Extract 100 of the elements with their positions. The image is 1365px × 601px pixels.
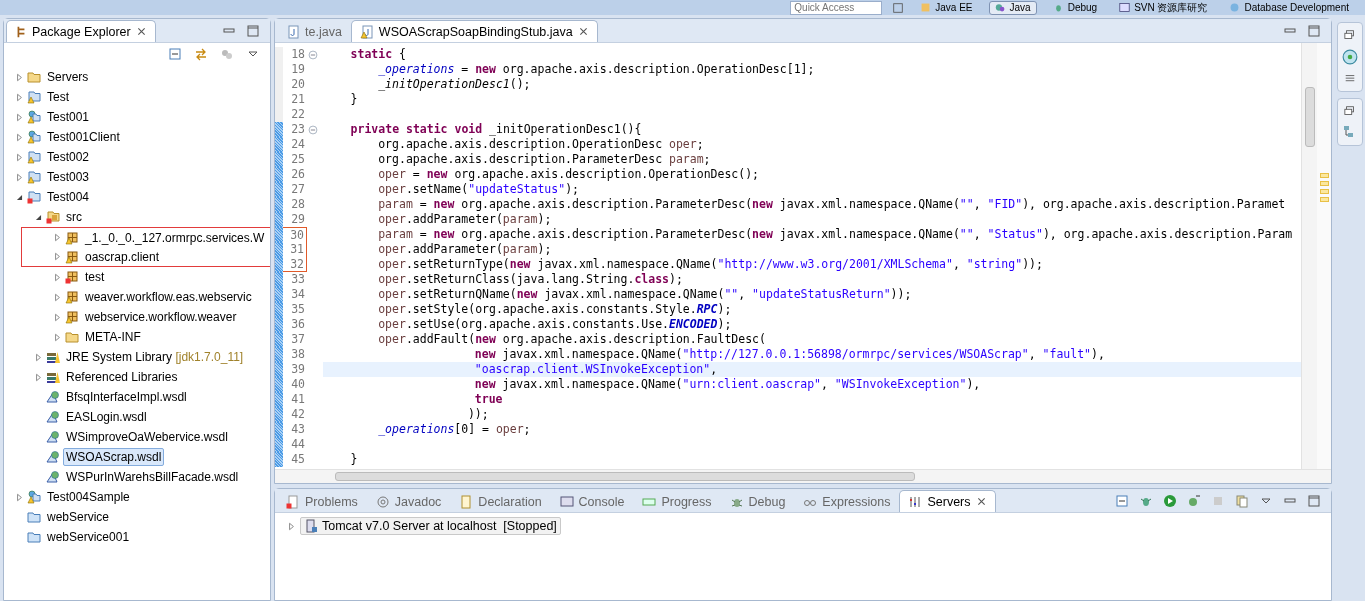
tree-item[interactable]: _1._0._0._127.ormrpc.services.W [82,228,268,247]
code-line: static { [350,47,406,62]
close-icon[interactable] [975,496,987,507]
code-line: oper = new org.apache.axis.description.OperationDesc(); [378,167,759,182]
tree-item[interactable]: META-INF [82,328,144,346]
collapsed-arrow-icon[interactable] [14,492,24,502]
collapse-all-icon[interactable] [1115,494,1129,508]
tree-item[interactable]: WSOAScrap.wsdl [63,448,165,466]
code-line: new javax.xml.namespace.QName("http://127.0.0.1:56898/ormrpc/services/WSOAScrap", "fault"), [474,347,1105,362]
tree-item[interactable]: src [63,208,85,226]
perspective-icon [920,2,932,13]
line-number: 40 [290,377,306,392]
code-line: "oascrap.client.WSInvokeException", [474,362,718,377]
tree-item[interactable]: Test004Sample [44,488,133,506]
quick-access-field[interactable]: Quick Access [790,0,883,15]
tree-item[interactable]: Test001 [44,108,93,126]
tree-item[interactable]: test [82,268,108,286]
view-tab[interactable]: Expressions [794,490,900,512]
tree-item[interactable]: Test002 [44,148,93,166]
tree-item[interactable]: JRE System Library [jdk1.7.0_11] [63,348,247,366]
maximize-icon[interactable] [1307,24,1321,38]
editor-tab[interactable]: WSOAScrapSoapBindingStub.java [350,20,598,42]
view-tab[interactable]: Servers [899,490,996,512]
code-line: } [350,92,358,107]
tree-item[interactable]: Test001Client [44,128,123,146]
tree-item[interactable]: BfsqInterfaceImpl.wsdl [63,388,190,406]
tree-item[interactable]: Test003 [44,168,93,186]
code-line: org.apache.axis.description.ParameterDesc param; [378,152,711,167]
line-number: 28 [290,197,306,212]
line-number: 27 [290,182,306,197]
tree-item[interactable]: webService [44,508,113,526]
close-icon[interactable] [577,26,589,37]
line-number: 38 [290,347,306,362]
restore-icon[interactable] [1344,105,1356,117]
wsdl-file-icon [46,450,60,464]
tree-item[interactable]: EASLogin.wsdl [63,408,150,426]
line-number: 45 [290,452,306,467]
tree-item[interactable]: Test [44,88,72,106]
collapse-icon[interactable] [308,49,318,60]
collapse-icon[interactable] [308,124,318,135]
folder-icon [27,530,41,544]
tree-item[interactable]: Servers [44,68,92,86]
project-icon [27,150,41,164]
vertical-scrollbar[interactable] [1301,43,1317,469]
tree-item[interactable]: WSPurInWarehsBillFacade.wsdl [63,468,242,486]
maximize-icon[interactable] [246,24,260,38]
editor-tab[interactable]: te.java [277,20,351,42]
line-number: 35 [290,302,306,317]
code-line: param = new org.apache.axis.description.ParameterDesc(new javax.xml.namespace.QName("", "Status"), org.apache.axis.description.Param [378,227,1293,242]
view-tab[interactable]: Debug [720,490,795,512]
collapsed-arrow-icon[interactable] [287,521,296,531]
code-line: oper.setName("updateStatus"); [378,182,579,197]
link-arrows-icon[interactable] [194,47,208,61]
tree-item[interactable]: WSimproveOaWebervice.wsdl [63,428,231,446]
collapse-all-icon[interactable] [168,47,182,61]
close-icon[interactable] [135,26,147,37]
code-line: _operations[0] = oper; [378,422,531,437]
play-icon[interactable] [1163,494,1177,508]
view-tab[interactable]: Problems [277,490,367,512]
code-line: oper.addFault(new org.apache.axis.description.FaultDesc( [378,332,766,347]
view-tab[interactable]: Package Explorer [6,20,156,42]
project-icon [27,130,41,144]
view-tab[interactable]: Javadoc [366,490,451,512]
line-number: 41 [290,392,306,407]
package-icon [65,290,79,304]
line-number: 44 [290,437,306,452]
restore-icon[interactable] [1344,29,1356,41]
java-file-icon [359,24,374,39]
tree-item[interactable]: weaver.workflow.eas.webservic [82,288,255,306]
code-line: org.apache.axis.description.OperationDesc oper; [378,137,704,152]
package-icon [65,230,79,245]
line-number: 32 [283,257,307,272]
code-line: private static void _initOperationDesc1(){ [350,122,642,137]
perspective-button[interactable]: Debug [1046,0,1104,15]
perspective-icon [994,2,1006,13]
tree-item[interactable]: webservice.workflow.weaver [82,308,240,326]
tree-item[interactable]: webService001 [44,528,133,546]
code-line: oper.addParameter(param); [378,242,552,257]
wsdl-file-icon [46,430,60,444]
perspective-button[interactable]: Database Development [1223,0,1355,15]
perspective-button[interactable]: Java [988,0,1037,15]
view-tab[interactable]: Progress [633,490,721,512]
project-icon [27,190,41,204]
globe-icon[interactable] [1342,49,1358,65]
server-item[interactable]: Tomcat v7.0 Server at localhost [Stopped] [300,517,561,535]
perspective-button[interactable]: Java EE [914,0,979,15]
view-tab[interactable]: Console [550,490,634,512]
tree-item[interactable]: Test004 [44,188,93,206]
folder-icon [27,510,41,524]
wsdl-file-icon [46,390,60,404]
maximize-icon[interactable] [1307,494,1321,508]
code-line: oper.setReturnType(new javax.xml.namespace.QName("http://www.w3.org/2001/XMLSchema", "string")); [378,257,1043,272]
tree-item[interactable]: oascrap.client [82,247,163,266]
line-number: 39 [290,362,306,377]
line-number: 36 [290,317,306,332]
tree-item[interactable]: Referenced Libraries [63,368,181,386]
horizontal-scrollbar[interactable] [275,469,1331,483]
view-tab[interactable]: Declaration [450,490,551,512]
perspective-button[interactable]: SVN 资源库研究 [1113,0,1214,15]
line-number: 21 [290,92,306,107]
